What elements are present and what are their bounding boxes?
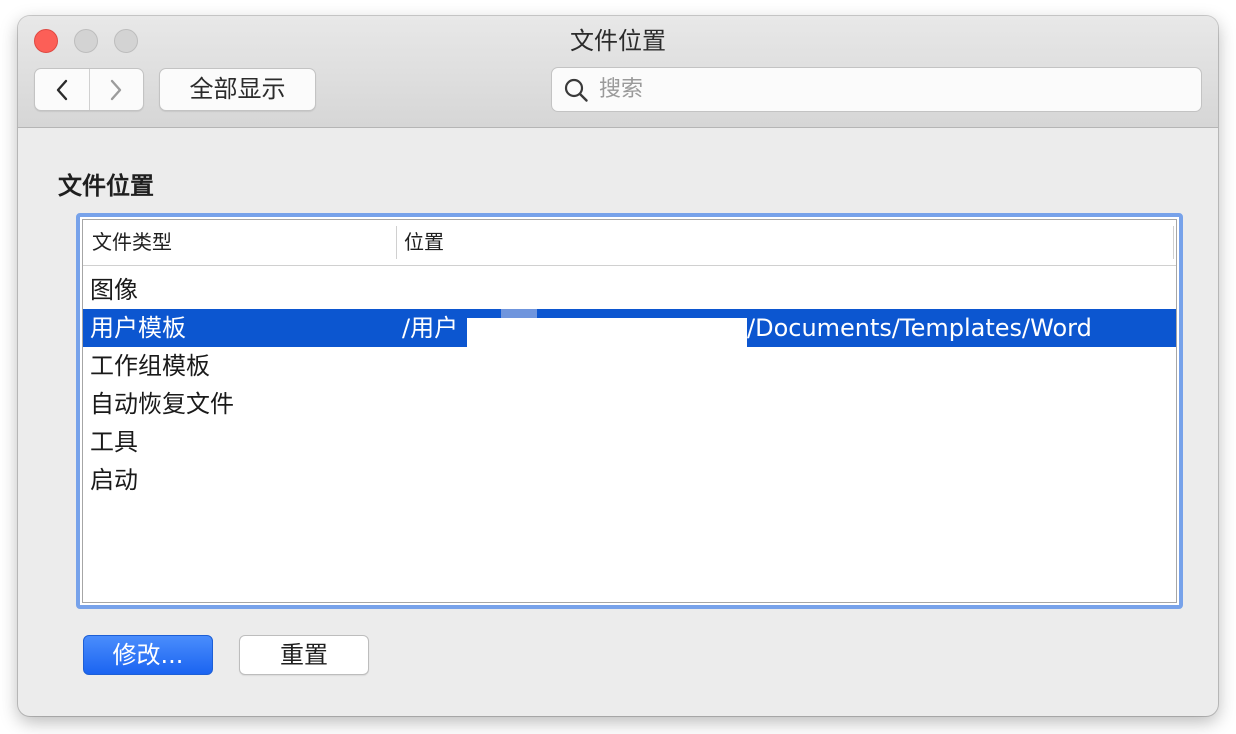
- redaction-strip-light: [501, 309, 537, 318]
- table-rows: 图像 用户模板 /用户 /Documents/Templates/Word 工作…: [83, 271, 1176, 499]
- table-body: 文件类型 位置 图像 用户模板 /用户 /Documents/Templates…: [82, 219, 1177, 603]
- preferences-window: 文件位置 全部显示 文件位置 文件类: [18, 16, 1218, 716]
- chevron-left-icon: [56, 79, 67, 100]
- modify-button[interactable]: 修改...: [83, 635, 213, 675]
- table-row[interactable]: 自动恢复文件: [83, 385, 1176, 423]
- table-header: 文件类型 位置: [83, 220, 1176, 266]
- file-locations-table[interactable]: 文件类型 位置 图像 用户模板 /用户 /Documents/Templates…: [76, 213, 1183, 609]
- column-divider: [1173, 226, 1174, 259]
- redacted-region: [467, 309, 747, 347]
- search-icon: [564, 78, 588, 102]
- table-row[interactable]: 工作组模板: [83, 347, 1176, 385]
- navigation-group: [34, 68, 144, 111]
- column-header-location[interactable]: 位置: [404, 220, 444, 265]
- location-cell-prefix: /用户: [402, 314, 459, 342]
- show-all-button[interactable]: 全部显示: [159, 68, 316, 111]
- file-type-cell: 工具: [90, 428, 138, 456]
- column-header-file-type[interactable]: 文件类型: [92, 220, 172, 265]
- section-title: 文件位置: [58, 172, 154, 200]
- file-type-cell: 工作组模板: [90, 352, 210, 380]
- search-input[interactable]: [597, 76, 1181, 103]
- table-row[interactable]: 工具: [83, 423, 1176, 461]
- file-type-cell: 自动恢复文件: [90, 390, 234, 418]
- forward-button[interactable]: [88, 69, 144, 110]
- back-button[interactable]: [35, 69, 89, 110]
- file-type-cell: 图像: [90, 276, 138, 304]
- reset-button[interactable]: 重置: [239, 635, 369, 675]
- location-cell-suffix: /Documents/Templates/Word: [747, 314, 1092, 342]
- table-row-selected[interactable]: 用户模板 /用户 /Documents/Templates/Word: [83, 309, 1176, 347]
- file-type-cell: 启动: [90, 466, 138, 494]
- table-row[interactable]: 图像: [83, 271, 1176, 309]
- window-title: 文件位置: [570, 27, 666, 55]
- table-row[interactable]: 启动: [83, 461, 1176, 499]
- search-field[interactable]: [551, 67, 1202, 112]
- chevron-right-icon: [111, 79, 122, 100]
- column-divider[interactable]: [396, 226, 397, 259]
- file-type-cell: 用户模板: [90, 314, 186, 342]
- titlebar: 文件位置 全部显示: [18, 16, 1218, 128]
